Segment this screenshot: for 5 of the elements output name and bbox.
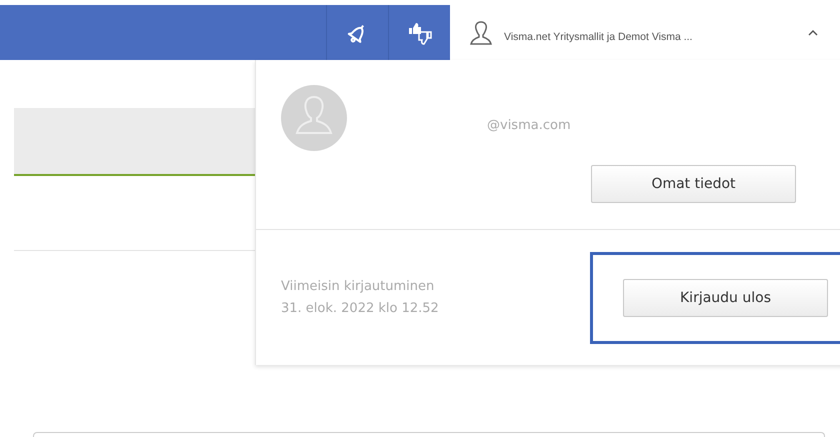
email-text: @visma.com	[487, 118, 571, 133]
logout-button[interactable]: Kirjaudu ulos	[623, 278, 828, 316]
last-login-text: Viimeisin kirjautuminen 31. elok. 2022 klo 12.52	[281, 278, 440, 318]
user-name: Visma.net Yritysmallit ja Demot Visma ...	[504, 30, 694, 42]
profile-button[interactable]: Omat tiedot	[591, 165, 796, 203]
